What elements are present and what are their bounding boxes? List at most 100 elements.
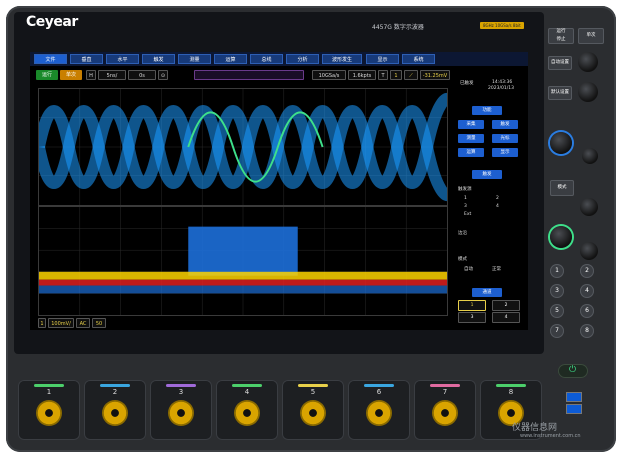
waveform-overview	[194, 70, 304, 80]
run-button[interactable]: 运行	[36, 70, 58, 80]
horizontal-scale-knob[interactable]	[550, 132, 572, 154]
channel-key-4[interactable]: 4	[580, 284, 594, 298]
channel-key-8[interactable]: 8	[580, 324, 594, 338]
menu-file[interactable]: 文件	[34, 54, 67, 64]
channel-key-7[interactable]: 7	[550, 324, 564, 338]
footer-coupling[interactable]: AC	[76, 318, 90, 328]
bnc-connector-icon[interactable]	[36, 400, 62, 426]
trigger-level-field[interactable]: -31.25mV	[420, 70, 450, 80]
menu-bus[interactable]: 总线	[250, 54, 283, 64]
input-7[interactable]: 7	[414, 380, 476, 440]
menu-math[interactable]: 运算	[214, 54, 247, 64]
menu-horizontal[interactable]: 水平	[106, 54, 139, 64]
cursor-knob[interactable]	[578, 82, 598, 102]
run-stop-button[interactable]: 运行 停止	[548, 28, 574, 44]
source-1[interactable]: 1	[464, 196, 467, 201]
channel-1[interactable]: 1	[458, 300, 486, 311]
input-4-strip	[232, 384, 262, 387]
channel-key-5[interactable]: 5	[550, 304, 564, 318]
function-header[interactable]: 功能	[472, 106, 502, 115]
mode-normal[interactable]: 正常	[492, 266, 501, 272]
multipurpose-knob[interactable]	[578, 52, 598, 72]
timebase-field[interactable]: 5ns/	[98, 70, 126, 80]
input-8-label: 8	[508, 388, 514, 396]
single-button[interactable]: 单次	[60, 70, 82, 80]
bnc-connector-icon[interactable]	[102, 400, 128, 426]
mode-auto[interactable]: 自动	[464, 266, 473, 272]
channel-4[interactable]: 4	[492, 312, 520, 323]
channel-key-6[interactable]: 6	[580, 304, 594, 318]
footer-impedance[interactable]: 50	[92, 318, 106, 328]
trigger-status: 已触发	[460, 81, 474, 86]
trigger-channel[interactable]: 1	[390, 70, 402, 80]
func-cursor[interactable]: 光标	[492, 134, 518, 143]
input-5[interactable]: 5	[282, 380, 344, 440]
func-display[interactable]: 显示	[492, 148, 518, 157]
channel-header[interactable]: 通道	[472, 288, 502, 297]
memory-depth-field[interactable]: 1.6kpts	[348, 70, 376, 80]
trigger-level-knob[interactable]	[580, 198, 598, 216]
trigger-header[interactable]: 触发	[472, 170, 502, 179]
usb-port-2[interactable]	[566, 404, 582, 414]
zoom-icon[interactable]: ⊙	[158, 70, 168, 80]
source-4[interactable]: 4	[496, 204, 499, 209]
input-7-strip	[430, 384, 460, 387]
menu-wavegen[interactable]: 波形发生	[322, 54, 362, 64]
side-panel: 已触发 14:43:36 2023/01/13 功能 采集 触发 测量 光标 运…	[452, 78, 526, 328]
trigger-mode-button[interactable]: 模式	[550, 180, 574, 196]
power-button[interactable]: ⏻	[558, 364, 588, 378]
bnc-connector-icon[interactable]	[168, 400, 194, 426]
menu-measure[interactable]: 测量	[178, 54, 211, 64]
single-shot-button[interactable]: 单次	[578, 28, 604, 44]
menu-trigger[interactable]: 触发	[142, 54, 175, 64]
menu-system[interactable]: 系统	[402, 54, 435, 64]
horizontal-position-knob[interactable]	[582, 148, 598, 164]
bnc-connector-icon[interactable]	[366, 400, 392, 426]
footer-scale[interactable]: 100mV/	[48, 318, 74, 328]
source-2[interactable]: 2	[496, 196, 499, 201]
func-math[interactable]: 运算	[458, 148, 484, 157]
input-5-strip	[298, 384, 328, 387]
input-3-label: 3	[178, 388, 184, 396]
input-3-strip	[166, 384, 196, 387]
channel-key-3[interactable]: 3	[550, 284, 564, 298]
autoset-button[interactable]: 自动设置	[548, 56, 572, 70]
menu-analysis[interactable]: 分析	[286, 54, 319, 64]
menu-display[interactable]: 显示	[366, 54, 399, 64]
func-acquire[interactable]: 采集	[458, 120, 484, 129]
default-setup-button[interactable]: 默认设置	[548, 86, 572, 100]
sample-rate-field[interactable]: 10GSa/s	[312, 70, 346, 80]
footer-channel[interactable]: 1	[38, 318, 46, 328]
bnc-connector-icon[interactable]	[432, 400, 458, 426]
edge-icon[interactable]: ⟋	[404, 70, 418, 80]
control-panel: 运行 停止 单次 自动设置 默认设置 模式 1 2 3 4 5 6 7 8	[544, 12, 610, 354]
input-3[interactable]: 3	[150, 380, 212, 440]
edge-label: 边沿	[458, 231, 467, 236]
func-trigger[interactable]: 触发	[492, 120, 518, 129]
channel-key-1[interactable]: 1	[550, 264, 564, 278]
channel-key-2[interactable]: 2	[580, 264, 594, 278]
trigger-source-label: 触发源	[458, 187, 472, 192]
vertical-scale-knob[interactable]	[550, 226, 572, 248]
clock-time: 14:43:36	[492, 80, 513, 85]
source-ext[interactable]: Ext	[464, 212, 471, 217]
input-4[interactable]: 4	[216, 380, 278, 440]
bnc-connector-icon[interactable]	[234, 400, 260, 426]
spectrum-grid	[38, 206, 448, 316]
usb-port-1[interactable]	[566, 392, 582, 402]
input-2[interactable]: 2	[84, 380, 146, 440]
input-2-strip	[100, 384, 130, 387]
trigger-label: T	[378, 70, 388, 80]
vertical-position-knob[interactable]	[580, 242, 598, 260]
menu-vertical[interactable]: 垂直	[70, 54, 103, 64]
bnc-connector-icon[interactable]	[300, 400, 326, 426]
channel-3[interactable]: 3	[458, 312, 486, 323]
func-measure[interactable]: 测量	[458, 134, 484, 143]
input-6-strip	[364, 384, 394, 387]
input-1[interactable]: 1	[18, 380, 80, 440]
source-3[interactable]: 3	[464, 204, 467, 209]
input-6[interactable]: 6	[348, 380, 410, 440]
offset-field[interactable]: 0s	[128, 70, 156, 80]
channel-2[interactable]: 2	[492, 300, 520, 311]
clock-date: 2023/01/13	[488, 86, 514, 91]
